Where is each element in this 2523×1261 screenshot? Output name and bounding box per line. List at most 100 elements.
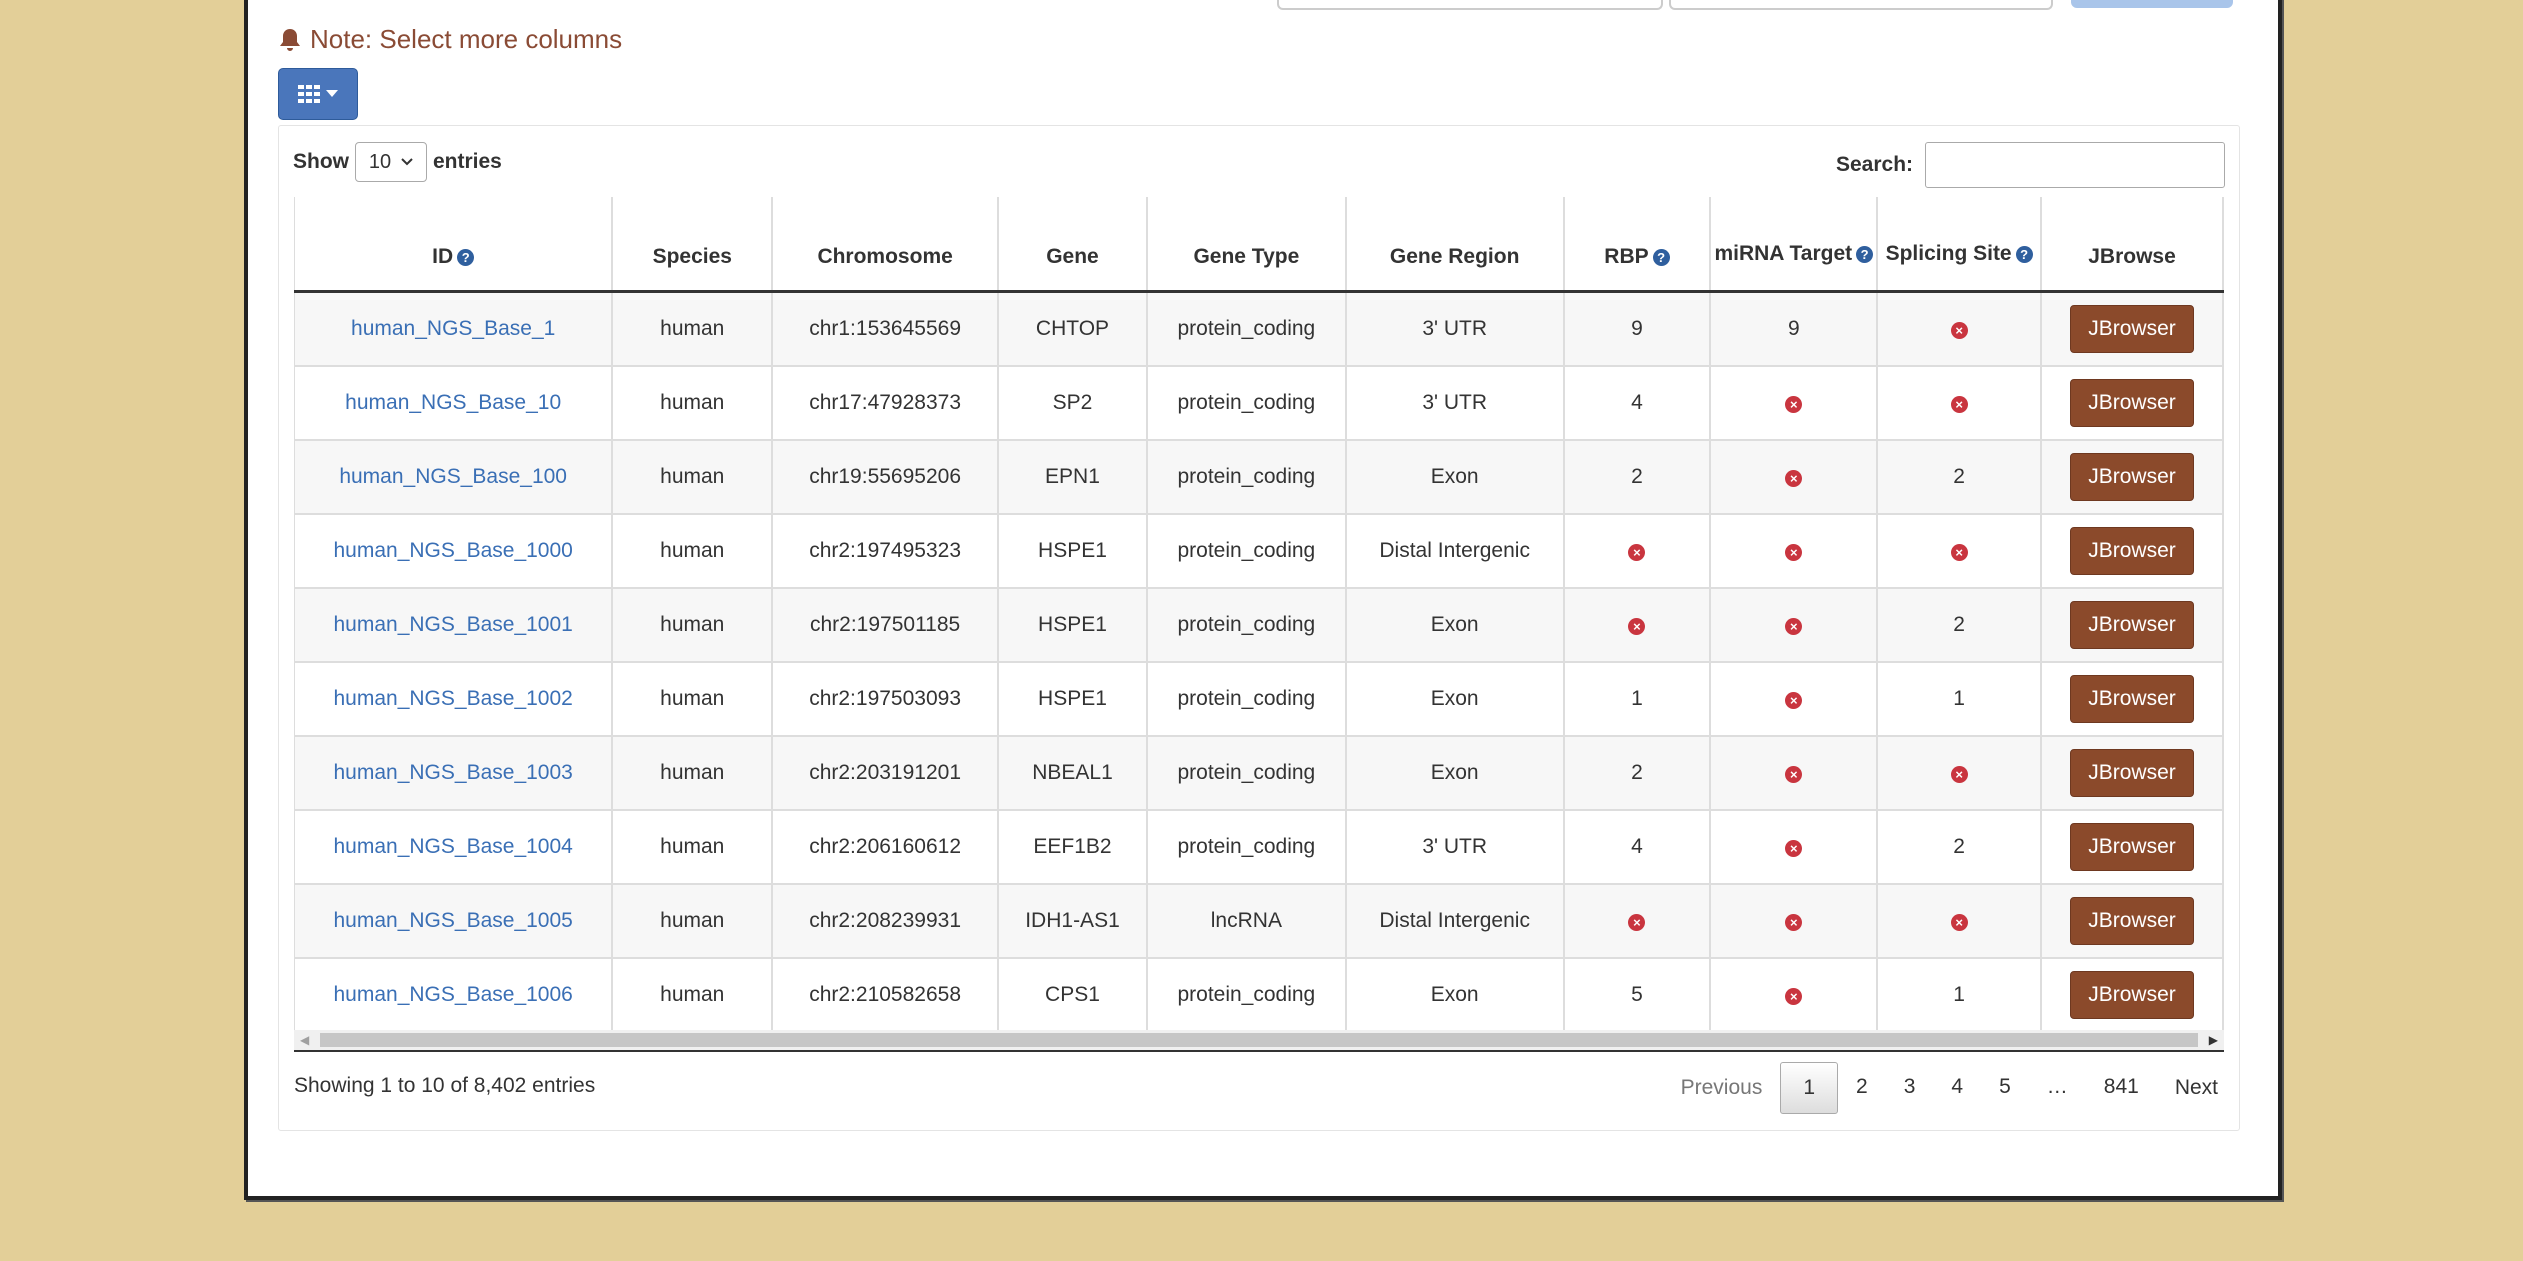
- cell-id[interactable]: human_NGS_Base_1004: [294, 809, 614, 885]
- cell-rbp: 4: [1563, 365, 1712, 441]
- question-circle-icon[interactable]: ?: [457, 248, 475, 266]
- jbrowser-button[interactable]: JBrowser: [2070, 822, 2195, 871]
- entries-length-control: Show 10 entries: [293, 142, 502, 182]
- note: Note: Select more columns: [278, 24, 622, 55]
- column-header-0[interactable]: ID?: [294, 197, 614, 293]
- submit-button[interactable]: [2071, 0, 2233, 8]
- page-button[interactable]: 2: [1838, 1062, 1886, 1112]
- question-circle-icon[interactable]: ?: [2015, 245, 2033, 263]
- horizontal-scrollbar[interactable]: ◀ ▶: [294, 1030, 2224, 1052]
- table-row: human_NGS_Base_1006 human chr2:210582658 CP…: [294, 957, 2224, 1033]
- previous-button[interactable]: Previous: [1663, 1063, 1781, 1113]
- column-header-5[interactable]: Gene Region: [1345, 197, 1565, 293]
- jbrowser-button[interactable]: JBrowser: [2070, 896, 2195, 945]
- cell-species: human: [612, 513, 774, 589]
- entries-label: entries: [433, 150, 502, 173]
- table-scroll-area: ID? Species Chromosome Gene Gene Type Gene Re…: [294, 197, 2224, 1033]
- jbrowser-button[interactable]: JBrowser: [2070, 452, 2195, 501]
- filter-input-1[interactable]: [1277, 0, 1663, 10]
- cell-gene-region: Exon: [1345, 957, 1565, 1033]
- page-button[interactable]: 841: [2086, 1062, 2157, 1112]
- column-header-3[interactable]: Gene: [998, 197, 1148, 293]
- cell-gene-type: lncRNA: [1146, 883, 1347, 959]
- cell-gene-region: Exon: [1345, 439, 1565, 515]
- jbrowser-button[interactable]: JBrowser: [2070, 748, 2195, 797]
- cell-id[interactable]: human_NGS_Base_1002: [294, 661, 614, 737]
- cell-gene-region: 3' UTR: [1345, 809, 1565, 885]
- column-visibility-button[interactable]: [278, 68, 358, 120]
- cell-splicing: ×: [1877, 291, 2043, 367]
- column-header-6[interactable]: RBP?: [1563, 197, 1712, 293]
- filter-input-2[interactable]: [1669, 0, 2053, 10]
- cell-id[interactable]: human_NGS_Base_100: [294, 439, 614, 515]
- entries-select-value: 10: [368, 150, 392, 173]
- cell-jbrowse: JBrowser: [2041, 883, 2224, 959]
- cell-species: human: [612, 661, 774, 737]
- page-button[interactable]: 4: [1933, 1062, 1981, 1112]
- cell-id[interactable]: human_NGS_Base_1001: [294, 587, 614, 663]
- column-header-label: miRNA Target: [1714, 241, 1853, 265]
- column-header-8[interactable]: Splicing Site?: [1877, 197, 2043, 293]
- next-button[interactable]: Next: [2157, 1063, 2236, 1113]
- cell-id[interactable]: human_NGS_Base_10: [294, 365, 614, 441]
- jbrowser-button[interactable]: JBrowser: [2070, 674, 2195, 723]
- cell-splicing: ×: [1877, 735, 2043, 811]
- scrollbar-thumb[interactable]: [320, 1033, 2198, 1047]
- jbrowser-button[interactable]: JBrowser: [2070, 304, 2195, 353]
- cell-species: human: [612, 883, 774, 959]
- column-header-4[interactable]: Gene Type: [1146, 197, 1347, 293]
- times-circle-icon: ×: [1785, 543, 1803, 561]
- jbrowser-button[interactable]: JBrowser: [2070, 600, 2195, 649]
- table-row: human_NGS_Base_1 human chr1:153645569 CHTOP…: [294, 291, 2224, 367]
- cell-chromosome: chr2:210582658: [772, 957, 1000, 1033]
- column-header-7[interactable]: miRNA Target?: [1710, 197, 1879, 293]
- cell-mirna: ×: [1710, 735, 1879, 811]
- cell-chromosome: chr2:197495323: [772, 513, 1000, 589]
- chevron-down-icon: [401, 158, 413, 166]
- cell-jbrowse: JBrowser: [2041, 735, 2224, 811]
- column-header-1[interactable]: Species: [612, 197, 774, 293]
- cell-gene-type: protein_coding: [1146, 661, 1347, 737]
- cell-gene-type: protein_coding: [1146, 957, 1347, 1033]
- cell-jbrowse: JBrowser: [2041, 365, 2224, 441]
- scroll-right-icon[interactable]: ▶: [2209, 1033, 2218, 1047]
- jbrowser-button[interactable]: JBrowser: [2070, 970, 2195, 1019]
- cell-chromosome: chr1:153645569: [772, 291, 1000, 367]
- times-circle-icon: ×: [1950, 765, 1968, 783]
- jbrowser-button[interactable]: JBrowser: [2070, 378, 2195, 427]
- results-table: ID? Species Chromosome Gene Gene Type Gene Re…: [294, 197, 2224, 1033]
- cell-chromosome: chr2:197501185: [772, 587, 1000, 663]
- column-header-2[interactable]: Chromosome: [772, 197, 1000, 293]
- table-row: human_NGS_Base_1005 human chr2:208239931 ID…: [294, 883, 2224, 959]
- cell-id[interactable]: human_NGS_Base_1003: [294, 735, 614, 811]
- search-input[interactable]: [1925, 142, 2226, 188]
- cell-id[interactable]: human_NGS_Base_1: [294, 291, 614, 367]
- page-button[interactable]: 1: [1780, 1062, 1839, 1114]
- entries-select[interactable]: 10: [355, 142, 427, 182]
- column-header-label: Chromosome: [817, 244, 953, 268]
- times-circle-icon: ×: [1950, 395, 1968, 413]
- page-button[interactable]: 3: [1886, 1062, 1934, 1112]
- search-control: Search:: [1836, 142, 2226, 188]
- jbrowser-button[interactable]: JBrowser: [2070, 526, 2195, 575]
- cell-id[interactable]: human_NGS_Base_1005: [294, 883, 614, 959]
- cell-jbrowse: JBrowser: [2041, 291, 2224, 367]
- scroll-left-icon[interactable]: ◀: [300, 1033, 309, 1047]
- cell-gene: NBEAL1: [998, 735, 1148, 811]
- times-circle-icon: ×: [1950, 913, 1968, 931]
- table-row: human_NGS_Base_10 human chr17:47928373 SP2 p…: [294, 365, 2224, 441]
- question-circle-icon[interactable]: ?: [1856, 245, 1874, 263]
- bell-icon: [280, 28, 300, 51]
- column-header-9[interactable]: JBrowse: [2041, 197, 2224, 293]
- question-circle-icon[interactable]: ?: [1652, 248, 1670, 266]
- page-button[interactable]: 5: [1981, 1062, 2029, 1112]
- cell-gene-region: Distal Intergenic: [1345, 883, 1565, 959]
- cell-gene: CPS1: [998, 957, 1148, 1033]
- cell-species: human: [612, 735, 774, 811]
- cell-gene: CHTOP: [998, 291, 1148, 367]
- cell-gene-type: protein_coding: [1146, 587, 1347, 663]
- cell-id[interactable]: human_NGS_Base_1006: [294, 957, 614, 1033]
- times-circle-icon: ×: [1785, 987, 1803, 1005]
- cell-id[interactable]: human_NGS_Base_1000: [294, 513, 614, 589]
- column-header-label: RBP: [1604, 244, 1649, 268]
